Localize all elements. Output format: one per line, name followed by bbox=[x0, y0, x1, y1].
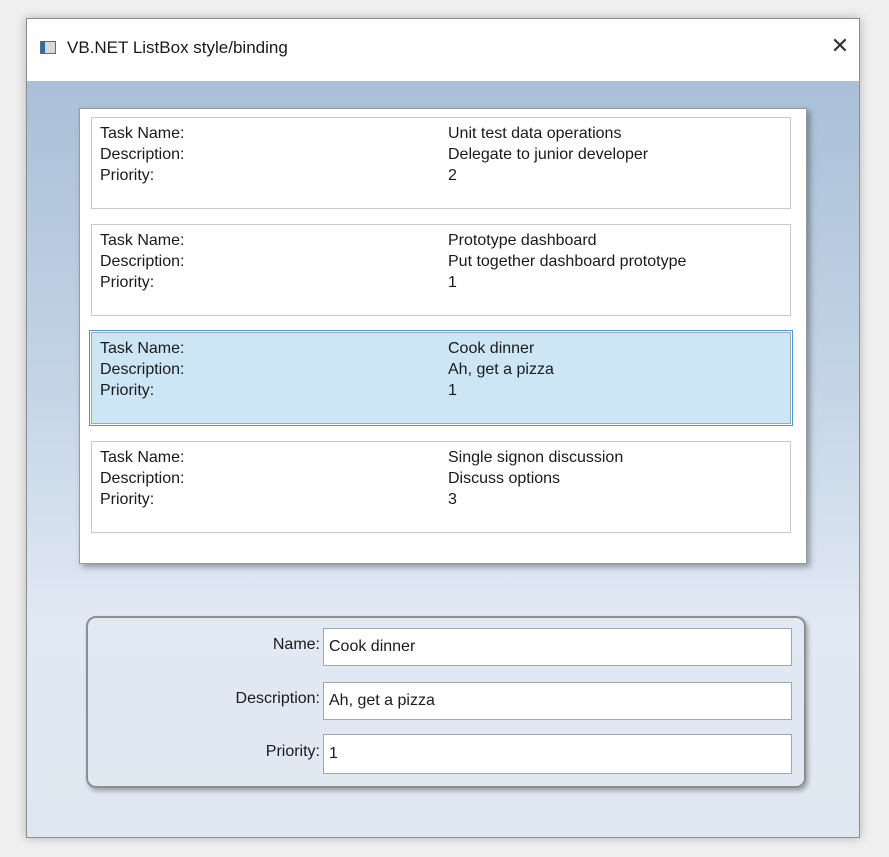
task-priority-label: Priority: bbox=[100, 167, 155, 184]
task-description-value: Discuss options bbox=[448, 470, 561, 487]
task-description-label: Description: bbox=[100, 470, 185, 487]
task-priority-value: 2 bbox=[448, 167, 457, 184]
name-field-label: Name: bbox=[272, 636, 320, 653]
task-name-label: Task Name: bbox=[100, 340, 185, 357]
task-name-value: Single signon discussion bbox=[448, 449, 624, 466]
task-name-value: Prototype dashboard bbox=[448, 232, 597, 249]
priority-field-label: Priority: bbox=[265, 743, 320, 760]
description-field-label: Description: bbox=[235, 690, 320, 707]
task-description-value: Put together dashboard prototype bbox=[448, 253, 687, 270]
task-name-label: Task Name: bbox=[100, 449, 185, 466]
task-priority-label: Priority: bbox=[100, 274, 155, 291]
task-name-value: Cook dinner bbox=[448, 340, 535, 357]
list-item-task-4[interactable]: Task Name: Description: Priority: Single… bbox=[91, 441, 791, 533]
task-priority-label: Priority: bbox=[100, 382, 155, 399]
task-description-label: Description: bbox=[100, 253, 185, 270]
list-item-task-1[interactable]: Task Name: Description: Priority: Unit t… bbox=[91, 117, 791, 209]
list-item-task-2[interactable]: Task Name: Description: Priority: Protot… bbox=[91, 224, 791, 316]
task-listbox[interactable]: Task Name: Description: Priority: Unit t… bbox=[79, 108, 807, 564]
task-description-value: Ah, get a pizza bbox=[448, 361, 554, 378]
task-priority-value: 1 bbox=[448, 382, 457, 399]
window-app-icon bbox=[40, 41, 56, 54]
window-title: VB.NET ListBox style/binding bbox=[67, 38, 288, 57]
client-area: Task Name: Description: Priority: Unit t… bbox=[27, 81, 859, 837]
task-priority-label: Priority: bbox=[100, 491, 155, 508]
close-button[interactable]: ✕ bbox=[825, 31, 855, 61]
task-description-label: Description: bbox=[100, 361, 185, 378]
title-bar[interactable]: VB.NET ListBox style/binding ✕ bbox=[27, 19, 859, 81]
list-item-task-3-selected[interactable]: Task Name: Description: Priority: Cook d… bbox=[89, 330, 793, 426]
task-name-label: Task Name: bbox=[100, 232, 185, 249]
priority-field[interactable] bbox=[323, 734, 792, 774]
task-priority-value: 3 bbox=[448, 491, 457, 508]
description-field[interactable] bbox=[323, 682, 792, 720]
task-description-value: Delegate to junior developer bbox=[448, 146, 649, 163]
name-field[interactable] bbox=[323, 628, 792, 666]
app-window: VB.NET ListBox style/binding ✕ Task Name… bbox=[26, 18, 860, 838]
task-priority-value: 1 bbox=[448, 274, 457, 291]
task-editor-panel: Name: Description: Priority: bbox=[86, 616, 806, 788]
task-name-value: Unit test data operations bbox=[448, 125, 622, 142]
task-name-label: Task Name: bbox=[100, 125, 185, 142]
task-description-label: Description: bbox=[100, 146, 185, 163]
close-icon: ✕ bbox=[830, 33, 850, 58]
